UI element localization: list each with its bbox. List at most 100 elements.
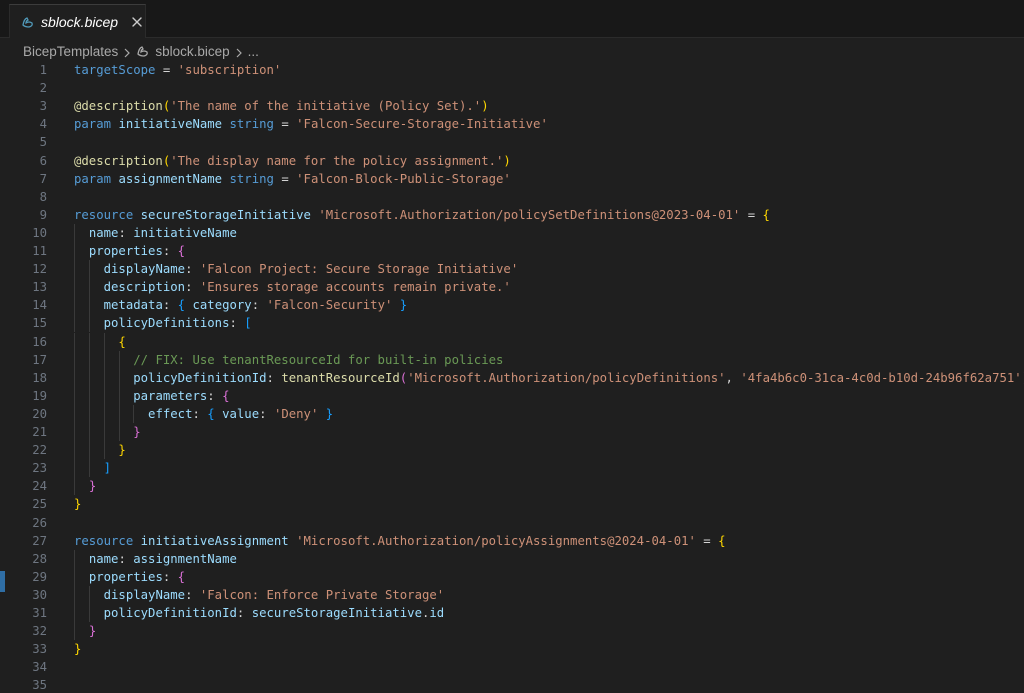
code-token: { <box>718 533 726 548</box>
code-text: // FIX: Use tenantResourceId for built-i… <box>74 351 503 369</box>
code-token: { <box>762 207 770 222</box>
code-line[interactable]: 7 param assignmentName string = 'Falcon-B… <box>0 170 1024 188</box>
code-token: { <box>222 388 230 403</box>
code-text: } <box>74 640 81 658</box>
code-token: [ <box>244 316 252 331</box>
code-token: 'Ensures storage accounts remain private… <box>199 280 511 295</box>
line-number: 27 <box>32 533 47 548</box>
code-line[interactable]: 31 policyDefinitionId: secureStorageInit… <box>0 604 1024 622</box>
code-token: = <box>273 117 297 132</box>
code-line[interactable]: 23 ] <box>0 459 1024 478</box>
line-number: 34 <box>32 660 47 675</box>
code-line[interactable]: 22 } <box>0 441 1024 460</box>
code-line[interactable]: 16 { <box>0 332 1024 351</box>
code-token: '4fa4b6c0-31ca-4c0d-b10d-24b96f62a751' <box>740 370 1022 385</box>
code-line[interactable]: 13 description: 'Ensures storage account… <box>0 278 1024 297</box>
code-token: : <box>251 298 267 313</box>
code-token: 'Microsoft.Authorization/policyAssignmen… <box>296 533 696 548</box>
code-token: 'Deny' <box>273 406 319 421</box>
breadcrumb-folder[interactable]: BicepTemplates <box>23 44 118 59</box>
code-token: { <box>177 569 186 584</box>
code-text: displayName: 'Falcon: Enforce Private St… <box>74 586 445 604</box>
code-line[interactable]: 25} <box>0 495 1024 513</box>
code-token: targetScope <box>74 63 156 77</box>
code-line[interactable]: 35 <box>0 676 1024 693</box>
code-token: 'subscription' <box>177 63 282 77</box>
code-line[interactable]: 32 } <box>0 622 1024 641</box>
code-text: { <box>74 333 125 351</box>
close-icon[interactable] <box>130 15 144 29</box>
code-line[interactable]: 17 // FIX: Use tenantResourceId for buil… <box>0 350 1024 369</box>
code-token: parameters <box>133 388 208 403</box>
code-token: : <box>118 551 134 566</box>
code-line[interactable]: 26 <box>0 514 1024 532</box>
line-number: 29 <box>32 569 47 584</box>
code-line[interactable]: 11 properties: { <box>0 242 1024 260</box>
code-text: properties: { <box>74 568 185 586</box>
code-text: effect: { value: 'Deny' } <box>74 405 333 423</box>
code-line[interactable]: 19 parameters: { <box>0 386 1024 405</box>
code-token: : <box>185 587 200 602</box>
code-line[interactable]: 3 @description('The name of the initiativ… <box>0 97 1024 115</box>
breadcrumb-file[interactable]: sblock.bicep <box>155 44 229 59</box>
code-token: category <box>192 298 252 313</box>
code-line[interactable]: 28 name: assignmentName <box>0 549 1024 568</box>
code-line[interactable]: 15 policyDefinitions: [ <box>0 314 1024 333</box>
code-line[interactable]: 8 <box>0 188 1024 206</box>
code-line[interactable]: 4 param initiativeName string = 'Falcon-S… <box>0 115 1024 133</box>
code-token: 'Falcon: Enforce Private Storage' <box>199 587 445 602</box>
code-line[interactable]: 10 name: initiativeName <box>0 223 1024 242</box>
line-number: 30 <box>32 587 47 602</box>
code-token: assignmentName <box>118 171 223 186</box>
code-token: : <box>185 280 200 295</box>
code-line[interactable]: 21 } <box>0 423 1024 441</box>
code-token: 'Falcon-Block-Public-Storage' <box>296 171 511 186</box>
code-line[interactable]: 20 effect: { value: 'Deny' } <box>0 404 1024 423</box>
code-token: metadata <box>103 298 163 313</box>
code-line[interactable]: 34 <box>0 658 1024 676</box>
code-line[interactable]: 33} <box>0 640 1024 658</box>
line-number: 25 <box>32 497 47 512</box>
line-number: 11 <box>32 244 47 258</box>
code-token: = <box>155 63 178 77</box>
breadcrumb-more[interactable]: ... <box>248 44 259 59</box>
editor-tab-sblock[interactable]: sblock.bicep <box>9 4 146 38</box>
code-line[interactable]: 27 resource initiativeAssignment 'Microso… <box>0 532 1024 550</box>
code-token: 'Microsoft.Authorization/policySetDefini… <box>318 207 741 222</box>
code-line[interactable]: 6 @description('The display name for the … <box>0 152 1024 170</box>
code-text: name: initiativeName <box>74 224 237 242</box>
code-token: tenantResourceId <box>281 370 400 385</box>
code-line[interactable]: 14 metadata: { category: 'Falcon-Securit… <box>0 296 1024 315</box>
code-token: policyDefinitions <box>103 316 230 331</box>
code-token: param <box>74 171 112 186</box>
code-line[interactable]: 30 displayName: 'Falcon: Enforce Private… <box>0 585 1024 604</box>
code-text: description: 'Ensures storage accounts r… <box>74 278 511 296</box>
line-number: 16 <box>32 334 47 349</box>
line-number: 32 <box>32 624 47 639</box>
code-line[interactable]: 5 <box>0 133 1024 151</box>
code-line[interactable]: 24 } <box>0 477 1024 496</box>
code-text: targetScope = 'subscription' <box>74 61 281 79</box>
code-text: metadata: { category: 'Falcon-Security' … <box>74 296 408 314</box>
code-token: description <box>103 280 186 295</box>
code-editor[interactable]: 1 targetScope = 'subscription' 2 3 @descript… <box>0 61 1024 693</box>
code-line[interactable]: 1 targetScope = 'subscription' <box>0 61 1024 79</box>
code-line[interactable]: 12 displayName: 'Falcon Project: Secure … <box>0 260 1024 279</box>
code-line[interactable]: 2 <box>0 79 1024 97</box>
code-token: = <box>695 533 719 548</box>
code-token: id <box>429 606 445 620</box>
code-line[interactable]: 9 resource secureStorageInitiative 'Micro… <box>0 206 1024 224</box>
code-text: policyDefinitions: [ <box>74 314 252 332</box>
code-token: : <box>259 406 274 421</box>
code-line[interactable]: 18 policyDefinitionId: tenantResourceId(… <box>0 368 1024 387</box>
line-number: 5 <box>39 135 47 150</box>
code-line[interactable]: 29 properties: { <box>0 567 1024 586</box>
